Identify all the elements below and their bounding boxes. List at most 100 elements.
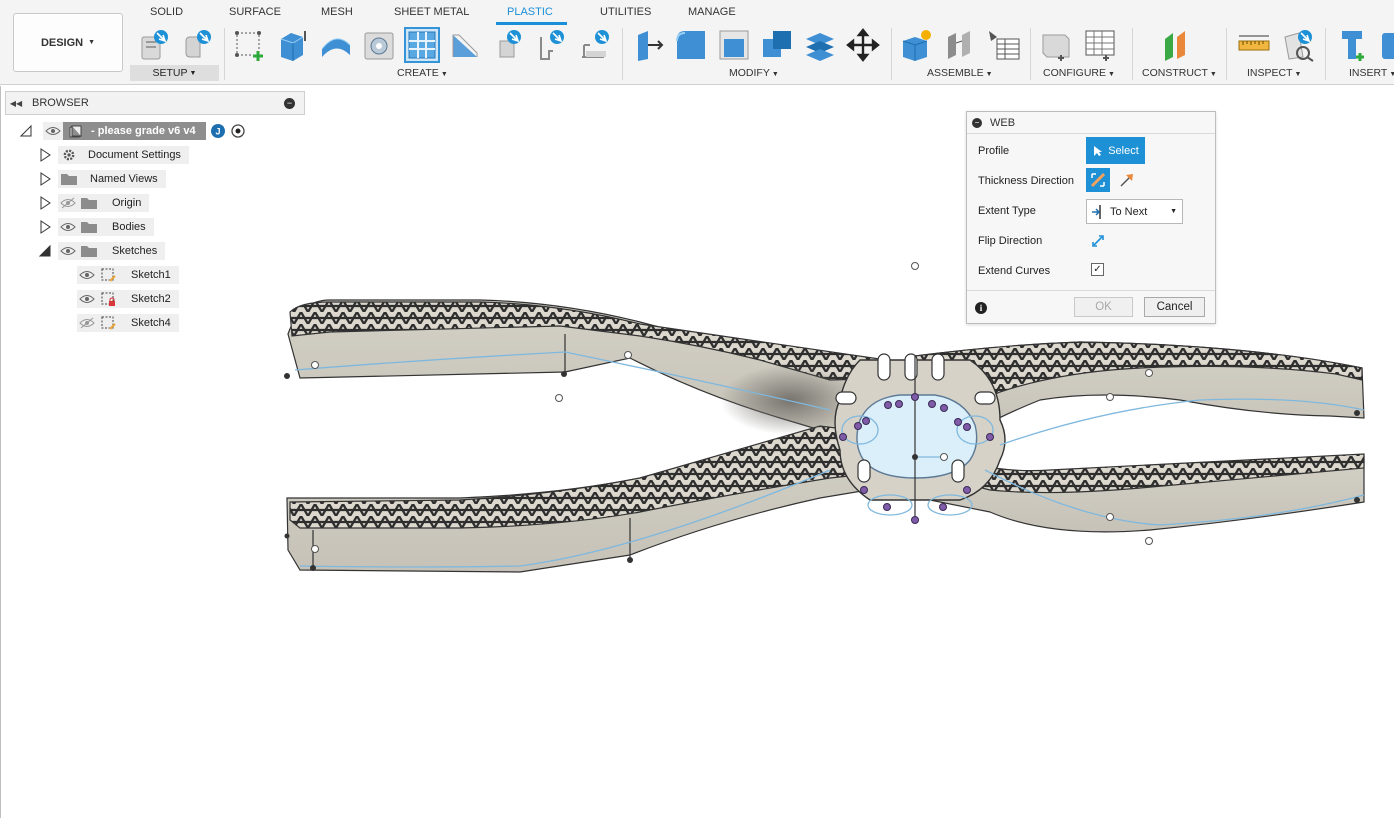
collapse-panel-icon[interactable]: ◀◀ [6, 99, 26, 108]
dialog-title-bar[interactable]: − WEB [967, 112, 1215, 134]
extent-type-dropdown[interactable]: To Next ▼ [1086, 199, 1183, 224]
plastic-rule-icon[interactable] [137, 27, 173, 63]
toolbar-divider [622, 28, 623, 80]
browser-root-row[interactable]: - please grade v6 v4 J [19, 121, 246, 141]
collapsed-triangle-icon[interactable] [38, 172, 52, 186]
browser-item-sketch4[interactable]: Sketch4 [77, 313, 179, 333]
insert-derive-icon[interactable] [1378, 27, 1394, 63]
info-icon[interactable]: i [975, 302, 987, 314]
collapsed-triangle-icon[interactable] [38, 196, 52, 210]
minimize-icon[interactable]: − [284, 97, 295, 109]
cancel-button[interactable]: Cancel [1144, 297, 1205, 317]
extend-curves-checkbox[interactable]: ✓ [1091, 263, 1104, 276]
chamfer-icon[interactable] [716, 27, 752, 63]
group-modify[interactable]: MODIFY ▼ [729, 67, 779, 79]
insert-bolt-icon[interactable] [1336, 27, 1372, 63]
group-configure-label: CONFIGURE [1043, 67, 1106, 79]
profile-label: Profile [978, 145, 1010, 157]
measure-icon[interactable] [1236, 27, 1272, 63]
group-construct-label: CONSTRUCT [1142, 67, 1208, 79]
rib-icon[interactable] [447, 27, 483, 63]
web-dialog: − WEB Profile Select Thickness Direction… [966, 111, 1216, 324]
browser-item-sketch1[interactable]: Sketch1 [77, 265, 179, 285]
thickness-one-side-button[interactable] [1117, 170, 1137, 190]
tab-solid[interactable]: SOLID [150, 6, 183, 18]
tab-utilities[interactable]: UTILITIES [600, 6, 651, 18]
browser-item-sketches[interactable]: Sketches [38, 241, 166, 261]
shell-icon[interactable] [318, 27, 354, 63]
ok-button[interactable]: OK [1074, 297, 1133, 317]
group-create[interactable]: CREATE ▼ [397, 67, 448, 79]
offset-face-icon[interactable] [802, 27, 838, 63]
eye-icon[interactable] [58, 218, 78, 236]
eye-hidden-icon[interactable] [77, 314, 97, 332]
activate-radio-icon[interactable] [230, 123, 246, 139]
user-avatar-icon[interactable]: J [210, 123, 226, 139]
eye-icon[interactable] [58, 242, 78, 260]
change-parameters-icon[interactable] [1039, 27, 1075, 63]
eye-hidden-icon[interactable] [58, 194, 78, 212]
interference-icon[interactable] [1281, 27, 1317, 63]
sketch1-label: Sketch1 [119, 266, 179, 284]
flip-direction-icon[interactable] [1090, 233, 1106, 249]
browser-item-sketch2[interactable]: Sketch2 [77, 289, 179, 309]
thickness-symmetric-button[interactable] [1086, 168, 1110, 192]
web-icon[interactable] [404, 27, 440, 63]
expanded-triangle-icon[interactable] [38, 244, 52, 258]
material-icon[interactable] [180, 27, 216, 63]
boss-icon[interactable] [361, 27, 397, 63]
collapsed-triangle-icon[interactable] [38, 220, 52, 234]
root-document-label: - please grade v6 v4 [63, 122, 206, 140]
tab-surface[interactable]: SURFACE [229, 6, 281, 18]
profile-select-button[interactable]: Select [1086, 137, 1145, 164]
joint-icon[interactable] [942, 27, 978, 63]
dropdown-caret-icon: ▼ [1170, 208, 1177, 215]
one-side-direction-icon [1120, 174, 1133, 187]
browser-item-named-views[interactable]: Named Views [38, 169, 166, 189]
group-configure[interactable]: CONFIGURE ▼ [1043, 67, 1115, 79]
configure-table-icon[interactable] [1082, 27, 1118, 63]
offset-plane-icon[interactable] [1159, 27, 1195, 63]
collapsed-triangle-icon[interactable] [38, 148, 52, 162]
browser-item-bodies[interactable]: Bodies [38, 217, 154, 237]
toolbar-divider [1226, 28, 1227, 80]
sketch-icon [97, 266, 119, 284]
table-icon[interactable] [985, 27, 1021, 63]
tab-plastic[interactable]: PLASTIC [507, 6, 553, 18]
group-construct[interactable]: CONSTRUCT ▼ [1142, 67, 1217, 79]
group-create-label: CREATE [397, 67, 439, 79]
collapse-dialog-icon[interactable]: − [972, 117, 982, 128]
extrude-box-icon[interactable] [275, 27, 311, 63]
folder-icon [78, 194, 100, 212]
eye-icon[interactable] [77, 266, 97, 284]
extend-curves-label: Extend Curves [978, 265, 1051, 277]
press-pull-icon[interactable] [630, 27, 666, 63]
tab-sheet-metal[interactable]: SHEET METAL [394, 6, 469, 18]
named-views-label: Named Views [80, 170, 166, 188]
create-sketch-icon[interactable] [232, 27, 268, 63]
dialog-title: WEB [990, 116, 1016, 129]
eye-icon[interactable] [77, 290, 97, 308]
group-inspect[interactable]: INSPECT ▼ [1247, 67, 1301, 79]
browser-item-origin[interactable]: Origin [38, 193, 150, 213]
lip-groove-icon[interactable] [533, 27, 569, 63]
tab-manage[interactable]: MANAGE [688, 6, 736, 18]
folder-icon [78, 218, 100, 236]
group-insert[interactable]: INSERT ▼ [1349, 67, 1394, 79]
toolbar-divider [1132, 28, 1133, 80]
browser-item-document-settings[interactable]: Document Settings [38, 145, 189, 165]
toolbar-divider [1030, 28, 1031, 80]
combine-icon[interactable] [759, 27, 795, 63]
move-icon[interactable] [845, 27, 881, 63]
eye-icon[interactable] [43, 122, 63, 140]
tab-mesh[interactable]: MESH [321, 6, 353, 18]
fillet-icon[interactable] [673, 27, 709, 63]
ribbon-toolbar: DESIGN ▼ SOLID SURFACE MESH SHEET METAL … [0, 0, 1394, 85]
workspace-switcher[interactable]: DESIGN ▼ [13, 13, 123, 72]
expanded-triangle-icon[interactable] [19, 124, 33, 138]
snap-fit-icon[interactable] [576, 27, 612, 63]
group-assemble[interactable]: ASSEMBLE ▼ [927, 67, 993, 79]
rest-icon[interactable] [490, 27, 526, 63]
new-component-icon[interactable] [899, 27, 935, 63]
group-setup[interactable]: SETUP ▼ [130, 65, 219, 81]
